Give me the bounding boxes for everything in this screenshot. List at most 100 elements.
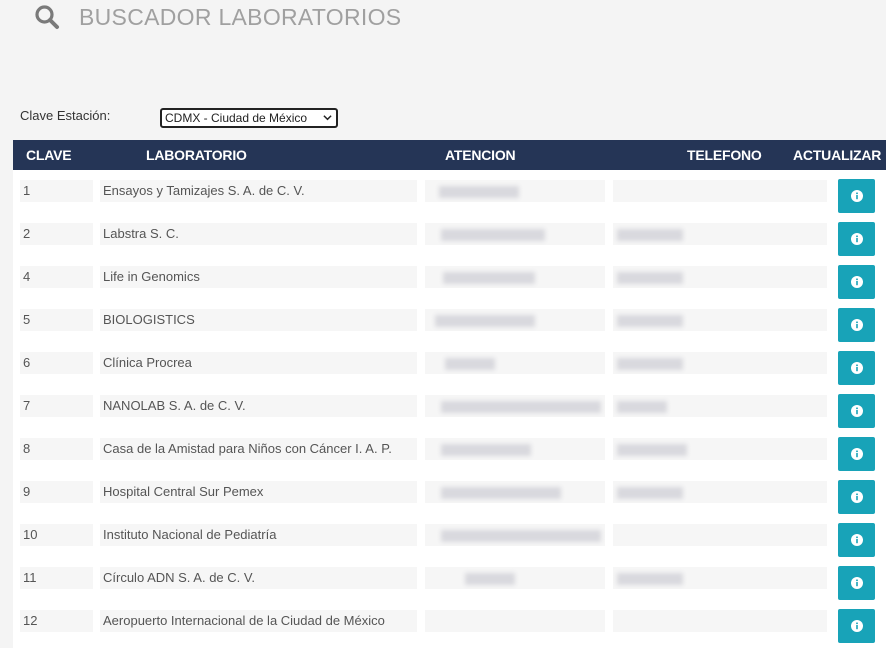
- table-body: 1 Ensayos y Tamizajes S. A. de C. V. 2 Labs…: [13, 170, 886, 648]
- table-row: 5 BIOLOGISTICS: [13, 299, 886, 342]
- cell-clave: 9: [20, 481, 93, 503]
- table-row: 7 NANOLAB S. A. de C. V.: [13, 385, 886, 428]
- redacted-text: [617, 487, 683, 499]
- column-header-atencion: ATENCION: [445, 147, 516, 163]
- cell-clave: 4: [20, 266, 93, 288]
- cell-atencion: [425, 266, 605, 288]
- station-select-value: CDMX - Ciudad de México: [165, 111, 308, 125]
- cell-telefono: [613, 309, 827, 331]
- redacted-text: [617, 444, 687, 456]
- redacted-text: [617, 401, 667, 413]
- redacted-text: [441, 530, 601, 542]
- cell-telefono: [613, 395, 827, 417]
- cell-laboratorio: Instituto Nacional de Pediatría: [100, 524, 417, 546]
- cell-clave: 1: [20, 180, 93, 202]
- redacted-text: [465, 573, 515, 585]
- cell-laboratorio: Labstra S. C.: [100, 223, 417, 245]
- cell-clave: 5: [20, 309, 93, 331]
- info-icon: [851, 491, 863, 503]
- cell-telefono: [613, 610, 827, 632]
- cell-laboratorio: Círculo ADN S. A. de C. V.: [100, 567, 417, 589]
- table-row: 9 Hospital Central Sur Pemex: [13, 471, 886, 514]
- info-icon: [851, 620, 863, 632]
- update-button[interactable]: [838, 265, 875, 299]
- table-header: CLAVE LABORATORIO ATENCION TELEFONO ACTU…: [13, 140, 886, 170]
- info-icon: [851, 190, 863, 202]
- cell-clave: 7: [20, 395, 93, 417]
- redacted-text: [435, 315, 535, 327]
- cell-atencion: [425, 223, 605, 245]
- table-row: 1 Ensayos y Tamizajes S. A. de C. V.: [13, 170, 886, 213]
- update-button[interactable]: [838, 394, 875, 428]
- redacted-text: [443, 272, 535, 284]
- page: BUSCADOR LABORATORIOS Clave Estación: CD…: [0, 0, 886, 648]
- table-row: 10 Instituto Nacional de Pediatría: [13, 514, 886, 557]
- cell-atencion: [425, 567, 605, 589]
- table-row: 4 Life in Genomics: [13, 256, 886, 299]
- info-icon: [851, 448, 863, 460]
- redacted-text: [441, 444, 531, 456]
- info-icon: [851, 233, 863, 245]
- cell-laboratorio: Ensayos y Tamizajes S. A. de C. V.: [100, 180, 417, 202]
- page-header: BUSCADOR LABORATORIOS: [34, 2, 401, 32]
- redacted-text: [617, 229, 683, 241]
- cell-clave: 8: [20, 438, 93, 460]
- redacted-text: [441, 401, 601, 413]
- cell-telefono: [613, 567, 827, 589]
- table-row: 11 Círculo ADN S. A. de C. V.: [13, 557, 886, 600]
- info-icon: [851, 319, 863, 331]
- redacted-text: [617, 573, 683, 585]
- column-header-clave: CLAVE: [26, 147, 72, 163]
- update-button[interactable]: [838, 179, 875, 213]
- redacted-text: [617, 272, 683, 284]
- redacted-text: [441, 229, 545, 241]
- cell-atencion: [425, 309, 605, 331]
- search-icon[interactable]: [34, 4, 60, 30]
- redacted-text: [441, 487, 561, 499]
- info-icon: [851, 362, 863, 374]
- info-icon: [851, 276, 863, 288]
- update-button[interactable]: [838, 222, 875, 256]
- cell-telefono: [613, 266, 827, 288]
- cell-atencion: [425, 481, 605, 503]
- cell-laboratorio: BIOLOGISTICS: [100, 309, 417, 331]
- cell-atencion: [425, 352, 605, 374]
- column-header-telefono: TELEFONO: [687, 147, 762, 163]
- cell-atencion: [425, 180, 605, 202]
- cell-laboratorio: Aeropuerto Internacional de la Ciudad de…: [100, 610, 417, 632]
- info-icon: [851, 534, 863, 546]
- cell-telefono: [613, 180, 827, 202]
- update-button[interactable]: [838, 609, 875, 643]
- cell-atencion: [425, 395, 605, 417]
- cell-laboratorio: Hospital Central Sur Pemex: [100, 481, 417, 503]
- cell-atencion: [425, 610, 605, 632]
- cell-clave: 11: [20, 567, 93, 589]
- table-row: 8 Casa de la Amistad para Niños con Cánce…: [13, 428, 886, 471]
- station-filter-label: Clave Estación:: [20, 108, 111, 123]
- update-button[interactable]: [838, 480, 875, 514]
- cell-atencion: [425, 524, 605, 546]
- column-header-actualizar: ACTUALIZAR: [793, 147, 882, 163]
- cell-telefono: [613, 524, 827, 546]
- update-button[interactable]: [838, 523, 875, 557]
- update-button[interactable]: [838, 351, 875, 385]
- info-icon: [851, 577, 863, 589]
- cell-clave: 2: [20, 223, 93, 245]
- cell-clave: 6: [20, 352, 93, 374]
- cell-telefono: [613, 223, 827, 245]
- cell-telefono: [613, 352, 827, 374]
- table-row: 2 Labstra S. C.: [13, 213, 886, 256]
- column-header-laboratorio: LABORATORIO: [146, 147, 247, 163]
- redacted-text: [617, 315, 683, 327]
- cell-telefono: [613, 438, 827, 460]
- update-button[interactable]: [838, 566, 875, 600]
- cell-atencion: [425, 438, 605, 460]
- update-button[interactable]: [838, 437, 875, 471]
- chevron-down-icon: [323, 115, 332, 121]
- station-select[interactable]: CDMX - Ciudad de México: [160, 108, 338, 128]
- cell-clave: 12: [20, 610, 93, 632]
- table-row: 6 Clínica Procrea: [13, 342, 886, 385]
- update-button[interactable]: [838, 308, 875, 342]
- info-icon: [851, 405, 863, 417]
- redacted-text: [439, 186, 519, 198]
